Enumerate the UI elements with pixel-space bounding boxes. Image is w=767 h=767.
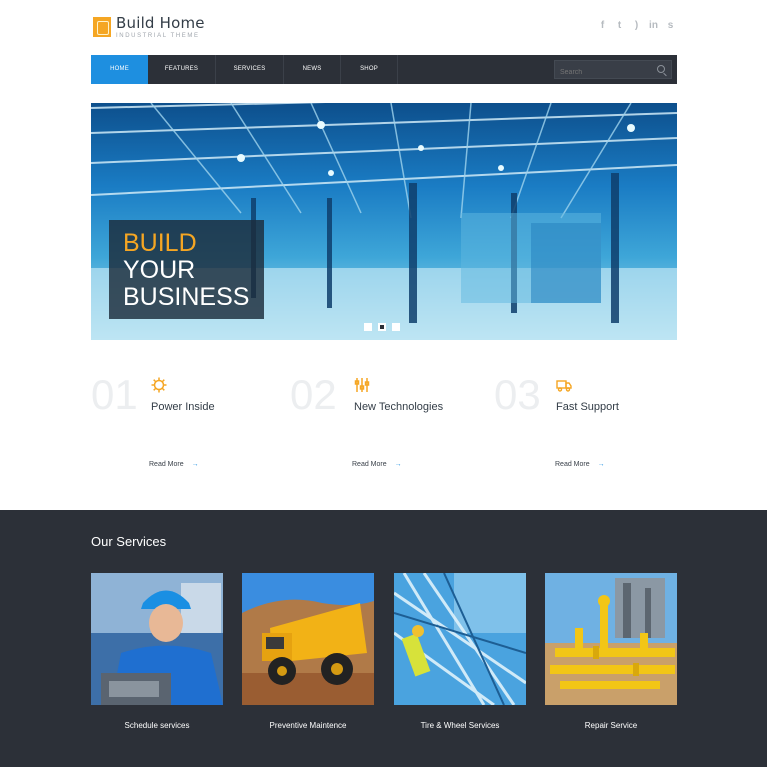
slider-dot-1[interactable]: [364, 323, 372, 331]
feature-title: Power Inside: [151, 401, 215, 413]
gear-icon: [151, 377, 167, 393]
search-input[interactable]: [555, 64, 655, 81]
slider-dot-3[interactable]: [392, 323, 400, 331]
tools-icon: [354, 377, 370, 393]
feature-number: 03: [494, 371, 541, 418]
truck-icon: [556, 377, 572, 393]
social-links: f t ) in s: [598, 20, 675, 31]
service-label: Tire & Wheel Services: [420, 721, 500, 730]
nav-item-home[interactable]: HOME: [91, 55, 148, 84]
facebook-icon[interactable]: f: [598, 20, 607, 31]
read-more-label: Read More: [555, 461, 590, 468]
read-more-link[interactable]: Read More →: [149, 461, 199, 468]
hero-line-2: YOUR: [123, 256, 196, 284]
search-box: [554, 60, 672, 81]
read-more-label: Read More: [149, 461, 184, 468]
nav-item-news[interactable]: NEWS: [284, 55, 341, 84]
nav-item-services[interactable]: SERVICES: [216, 55, 284, 84]
logo-mark-icon: [93, 17, 111, 37]
service-card-4[interactable]: Repair Service: [545, 573, 677, 730]
logo-subtitle: INDUSTRIAL THEME: [116, 33, 200, 39]
page: Build Home INDUSTRIAL THEME f t ) in s H…: [0, 0, 767, 767]
service-image-refinery: [394, 573, 526, 705]
hero-line-1: BUILD: [123, 229, 197, 257]
service-card-1[interactable]: Schedule services: [91, 573, 223, 730]
read-more-link[interactable]: Read More →: [352, 461, 402, 468]
skype-icon[interactable]: s: [666, 20, 675, 31]
twitter-icon[interactable]: t: [615, 20, 624, 31]
service-image-worker: [91, 573, 223, 705]
feature-number: 02: [290, 371, 337, 418]
nav-item-features[interactable]: FEATURES: [148, 55, 216, 84]
slider-dots: [364, 323, 400, 331]
feature-title: New Technologies: [354, 401, 444, 413]
arrow-right-icon: →: [191, 461, 199, 468]
hero-caption: BUILD YOUR BUSINESS: [109, 220, 264, 319]
service-card-3[interactable]: Tire & Wheel Services: [394, 573, 526, 730]
site-logo[interactable]: Build Home INDUSTRIAL THEME: [93, 14, 205, 40]
read-more-link[interactable]: Read More →: [555, 461, 605, 468]
service-image-dumptruck: [242, 573, 374, 705]
read-more-label: Read More: [352, 461, 387, 468]
hero-slider: BUILD YOUR BUSINESS: [91, 103, 677, 340]
arrow-right-icon: →: [597, 461, 605, 468]
service-card-2[interactable]: Preventive Maintence: [242, 573, 374, 730]
services-section: Our Services Schedule services Preventiv…: [0, 510, 767, 767]
service-label: Repair Service: [584, 721, 638, 730]
hero-line-3: BUSINESS: [123, 283, 250, 311]
feature-3: 03 Fast Support Read More →: [494, 372, 664, 472]
logo-title: Build Home: [116, 14, 205, 32]
feature-2: 02 New Technologies Read More →: [290, 372, 460, 472]
service-label: Preventive Maintence: [269, 721, 347, 730]
slider-dot-2[interactable]: [378, 323, 386, 331]
feature-1: 01 Power Inside Read More →: [91, 372, 261, 472]
linkedin-icon[interactable]: in: [649, 20, 658, 31]
rss-icon[interactable]: ): [632, 20, 641, 31]
feature-title: Fast Support: [556, 401, 619, 413]
arrow-right-icon: →: [394, 461, 402, 468]
service-image-pipes: [545, 573, 677, 705]
search-icon[interactable]: [657, 65, 665, 73]
nav-item-shop[interactable]: SHOP: [341, 55, 398, 84]
services-title: Our Services: [91, 534, 167, 549]
service-label: Schedule services: [124, 721, 190, 730]
feature-number: 01: [91, 371, 138, 418]
main-nav: HOME FEATURES SERVICES NEWS SHOP: [91, 55, 677, 84]
